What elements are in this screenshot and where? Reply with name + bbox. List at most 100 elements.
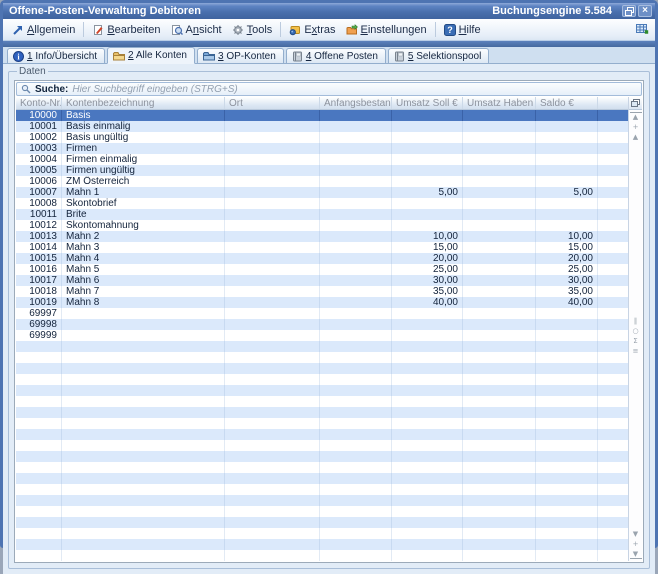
menu-item-bearbeiten[interactable]: Bearbeiten bbox=[87, 22, 165, 38]
scroll-page-down-icon[interactable]: + bbox=[630, 540, 642, 548]
empty-row[interactable] bbox=[16, 539, 628, 550]
column-header-filler bbox=[598, 97, 628, 109]
empty-row[interactable] bbox=[16, 407, 628, 418]
cell-anfangsbestand bbox=[320, 154, 392, 165]
table-row[interactable]: 10016Mahn 525,0025,00 bbox=[16, 264, 628, 275]
column-header-ort[interactable]: Ort bbox=[225, 97, 320, 109]
empty-row[interactable] bbox=[16, 451, 628, 462]
cell-saldo bbox=[536, 528, 598, 539]
empty-row[interactable] bbox=[16, 484, 628, 495]
column-header-kontenbezeichnung[interactable]: Kontenbezeichnung bbox=[62, 97, 225, 109]
table-row[interactable]: 10017Mahn 630,0030,00 bbox=[16, 275, 628, 286]
cell-saldo bbox=[536, 176, 598, 187]
empty-row[interactable] bbox=[16, 341, 628, 352]
cell-soll: 20,00 bbox=[392, 253, 463, 264]
cell-soll bbox=[392, 132, 463, 143]
cell-soll bbox=[392, 517, 463, 528]
empty-row[interactable] bbox=[16, 550, 628, 561]
scroll-to-bottom-icon[interactable]: ▼ bbox=[630, 550, 642, 559]
tab-3-op-konten[interactable]: 3 OP-Konten bbox=[197, 48, 284, 63]
empty-row[interactable] bbox=[16, 418, 628, 429]
scroll-to-top-icon[interactable]: ▲ bbox=[630, 112, 642, 121]
menu-item-einstellungen[interactable]: Einstellungen bbox=[341, 22, 432, 38]
freeze-column-icon[interactable]: ∥ bbox=[630, 317, 642, 325]
cell-ort bbox=[225, 385, 320, 396]
cell-ort bbox=[225, 539, 320, 550]
menu-item-hilfe[interactable]: ?Hilfe bbox=[439, 22, 486, 38]
search-input[interactable] bbox=[72, 83, 637, 95]
scroll-up-icon[interactable]: ▲ bbox=[630, 133, 642, 141]
empty-row[interactable] bbox=[16, 374, 628, 385]
empty-row[interactable] bbox=[16, 352, 628, 363]
table-row[interactable]: 69997 bbox=[16, 308, 628, 319]
cell-konto bbox=[16, 407, 62, 418]
menu-bar: Allgemein BearbeitenAnsichtTools Extras Ein… bbox=[3, 19, 655, 41]
cell-haben bbox=[463, 143, 536, 154]
cell-konto: 10011 bbox=[16, 209, 62, 220]
table-row[interactable]: 10012Skontomahnung bbox=[16, 220, 628, 231]
column-header-anfangsbestand[interactable]: Anfangsbestand bbox=[320, 97, 392, 109]
column-header-konto-nr[interactable]: Konto-Nr. bbox=[16, 97, 62, 109]
table-row[interactable]: 10004Firmen einmalig bbox=[16, 154, 628, 165]
search-label: Suche: bbox=[35, 84, 68, 95]
cell-haben bbox=[463, 517, 536, 528]
menu-item-label: Einstellungen bbox=[361, 24, 427, 36]
menu-item-ansicht[interactable]: Ansicht bbox=[166, 22, 227, 38]
empty-row[interactable] bbox=[16, 517, 628, 528]
sum-icon[interactable]: Σ bbox=[630, 337, 642, 345]
menu-item-tools[interactable]: Tools bbox=[227, 22, 278, 38]
menu-item-allgemein[interactable]: Allgemein bbox=[7, 22, 80, 38]
tab-1-info-übersicht[interactable]: i1 Info/Übersicht bbox=[7, 48, 105, 63]
grid-add-icon[interactable] bbox=[634, 23, 651, 37]
empty-row[interactable] bbox=[16, 495, 628, 506]
restore-button[interactable] bbox=[622, 5, 636, 17]
table-row[interactable]: 69999 bbox=[16, 330, 628, 341]
scroll-page-up-icon[interactable]: + bbox=[630, 123, 642, 131]
table-row[interactable]: 10003Firmen bbox=[16, 143, 628, 154]
table-row[interactable]: 10005Firmen ungültig bbox=[16, 165, 628, 176]
empty-row[interactable] bbox=[16, 429, 628, 440]
table-row[interactable]: 10006ZM Österreich bbox=[16, 176, 628, 187]
cell-saldo bbox=[536, 154, 598, 165]
cell-konto bbox=[16, 429, 62, 440]
table-row[interactable]: 10015Mahn 420,0020,00 bbox=[16, 253, 628, 264]
table-row[interactable]: 10011Brite bbox=[16, 209, 628, 220]
book-icon bbox=[292, 51, 303, 62]
cell-soll: 15,00 bbox=[392, 242, 463, 253]
cell-anfangsbestand bbox=[320, 495, 392, 506]
scroll-down-icon[interactable]: ▼ bbox=[630, 530, 642, 538]
empty-row[interactable] bbox=[16, 473, 628, 484]
table-row[interactable]: 10019Mahn 840,0040,00 bbox=[16, 297, 628, 308]
column-header-saldo[interactable]: Saldo € bbox=[536, 97, 598, 109]
cell-soll bbox=[392, 154, 463, 165]
column-chooser-button[interactable] bbox=[629, 97, 642, 110]
cell-anfangsbestand bbox=[320, 352, 392, 363]
table-row[interactable]: 10002Basis ungültig bbox=[16, 132, 628, 143]
table-row[interactable]: 10014Mahn 315,0015,00 bbox=[16, 242, 628, 253]
cell-filler bbox=[598, 517, 628, 528]
table-row[interactable]: 10008Skontobrief bbox=[16, 198, 628, 209]
empty-row[interactable] bbox=[16, 396, 628, 407]
empty-row[interactable] bbox=[16, 528, 628, 539]
tab-4-offene-posten[interactable]: 4 Offene Posten bbox=[286, 48, 386, 63]
table-row[interactable]: 10007Mahn 15,005,00 bbox=[16, 187, 628, 198]
column-header-umsatz-haben[interactable]: Umsatz Haben € bbox=[463, 97, 536, 109]
layout-icon[interactable]: ≡ bbox=[630, 347, 642, 355]
menu-item-extras[interactable]: Extras bbox=[284, 22, 340, 38]
cell-anfangsbestand bbox=[320, 264, 392, 275]
close-button[interactable]: × bbox=[638, 5, 652, 17]
table-row[interactable]: 10000Basis bbox=[16, 110, 628, 121]
tab-2-alle-konten[interactable]: 2 Alle Konten bbox=[107, 47, 195, 64]
empty-row[interactable] bbox=[16, 462, 628, 473]
table-row[interactable]: 10013Mahn 210,0010,00 bbox=[16, 231, 628, 242]
table-row[interactable]: 10001Basis einmalig bbox=[16, 121, 628, 132]
table-row[interactable]: 69998 bbox=[16, 319, 628, 330]
empty-row[interactable] bbox=[16, 385, 628, 396]
table-row[interactable]: 10018Mahn 735,0035,00 bbox=[16, 286, 628, 297]
empty-row[interactable] bbox=[16, 506, 628, 517]
column-header-umsatz-soll[interactable]: Umsatz Soll € bbox=[392, 97, 463, 109]
empty-row[interactable] bbox=[16, 363, 628, 374]
empty-row[interactable] bbox=[16, 440, 628, 451]
tab-5-selektionspool[interactable]: 5 Selektionspool bbox=[388, 48, 489, 63]
zoom-icon[interactable]: ○ bbox=[630, 327, 642, 335]
